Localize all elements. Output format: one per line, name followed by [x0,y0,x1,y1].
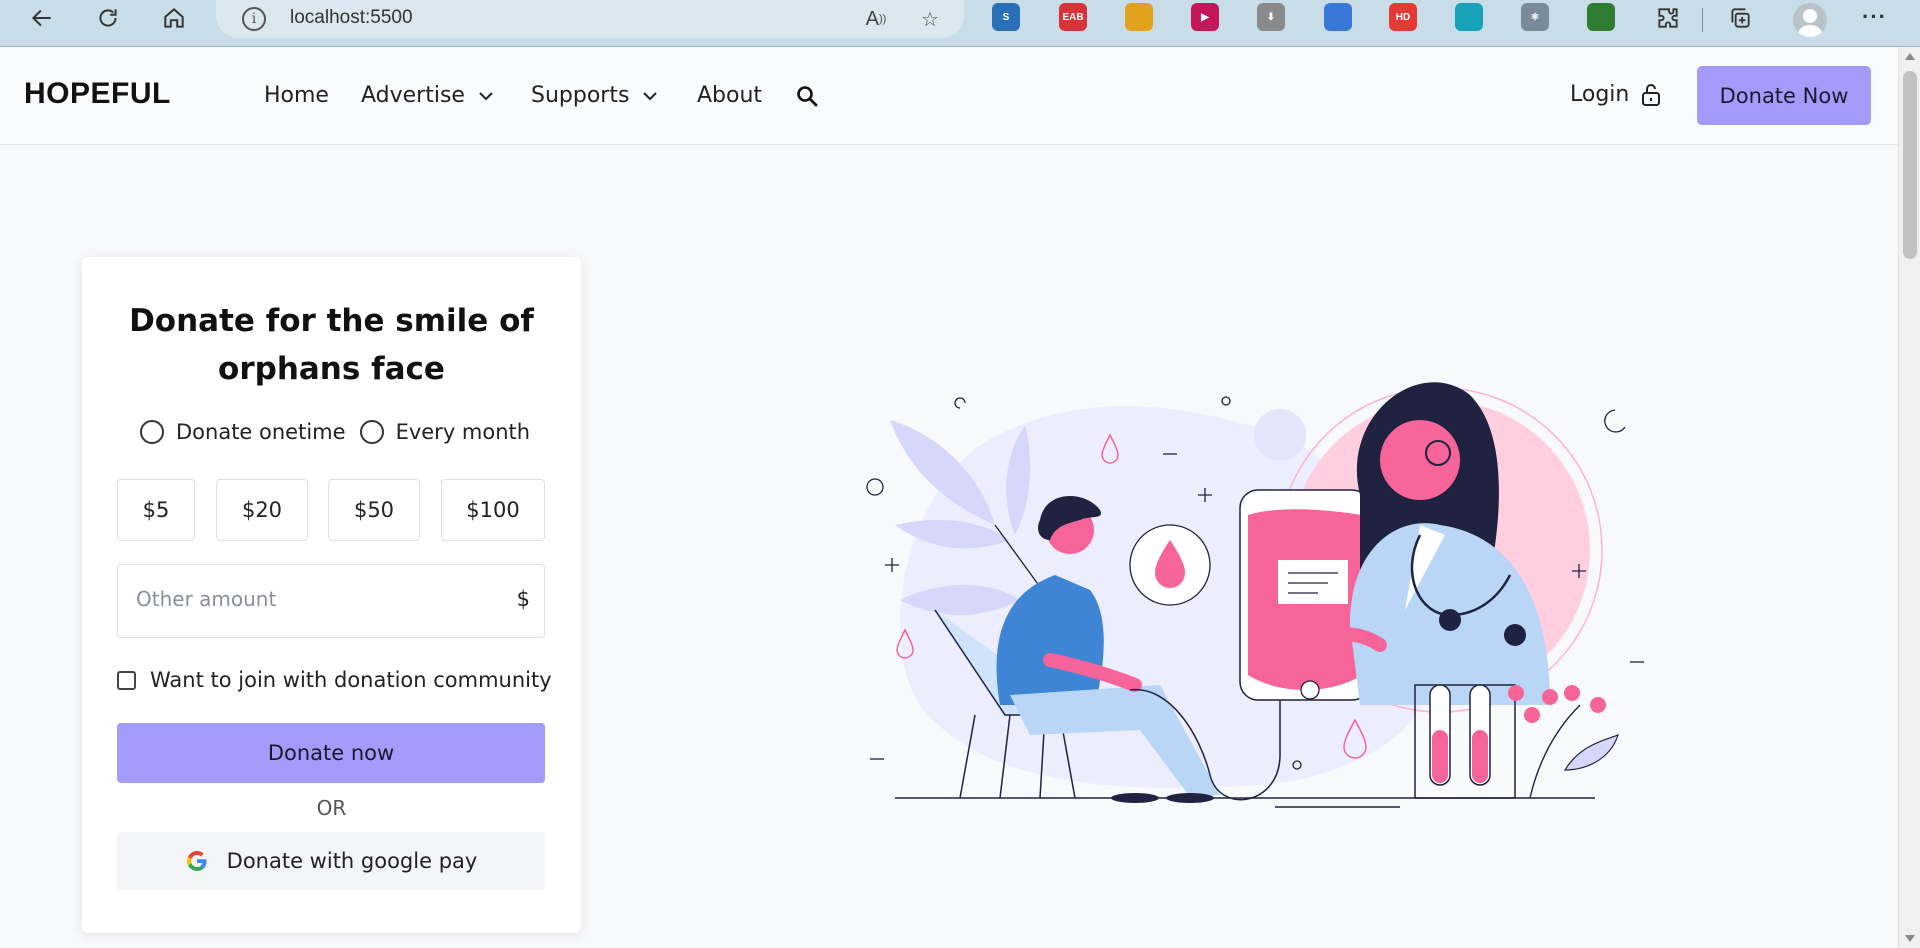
test-tube-blood [1472,730,1488,783]
scrollbar-thumb[interactable] [1903,71,1917,259]
add-favorite-icon[interactable]: ☆ [916,6,944,32]
nav-advertise-label: Advertise [361,83,465,108]
scroll-up-arrow-icon[interactable] [1905,53,1915,60]
ring-decoration [866,478,884,496]
more-menu-icon[interactable]: ··· [1862,4,1887,30]
bag-valve [1300,680,1320,700]
adblock-extension-icon[interactable]: EAB [1059,3,1087,31]
refresh-icon[interactable] [88,0,128,36]
hd-extension-icon[interactable]: HD [1389,3,1417,31]
donate-now-header-button[interactable]: Donate Now [1697,66,1871,125]
blood-bag-label [1278,560,1348,604]
nav-home-label: Home [264,83,329,108]
stethoscope-head [1504,624,1526,646]
site-info-icon[interactable]: i [242,7,266,31]
donation-title: Donate for the smile of orphans face [129,303,534,387]
plant-leaf [1563,733,1619,771]
nav-about[interactable]: About [697,83,762,108]
back-arrow-icon[interactable] [22,0,62,36]
other-amount-input[interactable] [136,587,496,611]
berry [1524,707,1540,723]
lock-icon [1642,83,1661,106]
extensions-puzzle-icon[interactable] [1648,0,1688,36]
profile-avatar-icon[interactable] [1793,3,1827,37]
stethoscope-head [1439,609,1461,631]
home-icon[interactable] [154,0,194,36]
login-link[interactable]: Login [1570,82,1661,107]
google-pay-button[interactable]: Donate with google pay [117,832,545,890]
amount-option-5[interactable]: $5 [117,479,195,541]
browser-toolbar: i localhost:5500 A)) ☆ S EAB ▶ ⬇ HD ⚛ ··· [0,0,1920,47]
download-extension-icon[interactable]: ⬇ [1257,3,1285,31]
chevron-down-icon [643,91,658,100]
amount-option-50[interactable]: $50 [328,479,420,541]
radio-onetime-label[interactable]: Donate onetime [176,420,346,444]
amount-option-100[interactable]: $100 [441,479,545,541]
small-blob-circle [1254,409,1306,461]
video-extension-icon[interactable]: ▶ [1191,3,1219,31]
toolbar-divider [1702,8,1703,32]
devtools-extension-icon[interactable] [1587,3,1615,31]
nav-supports-label: Supports [531,83,630,108]
berry [1542,689,1558,705]
arc-decoration [954,397,966,409]
radio-monthly-label[interactable]: Every month [396,420,531,444]
radio-monthly[interactable] [359,420,384,444]
site-logo[interactable]: HOPEFUL [24,77,171,111]
berry [1590,697,1606,713]
donation-frequency-group: Donate onetime Every month [140,420,530,444]
url-text[interactable]: localhost:5500 [290,7,413,29]
page-scrollbar[interactable] [1898,47,1920,948]
scroll-down-arrow-icon[interactable] [1905,935,1915,942]
address-bar[interactable]: i localhost:5500 A)) ☆ [216,0,964,38]
dot-decoration [1221,396,1231,406]
google-pay-label: Donate with google pay [226,849,478,873]
blood-donation-illustration [866,382,1644,808]
donate-now-button[interactable]: Donate now [117,723,545,783]
test-tube-blood [1432,730,1448,783]
currency-symbol: $ [516,587,530,611]
arc-decoration [1604,409,1626,433]
berry [1508,685,1524,701]
color-extension-icon[interactable] [1324,3,1352,31]
community-checkbox-row[interactable]: Want to join with donation community [117,668,552,692]
google-g-icon [186,851,207,871]
berry [1564,685,1580,701]
chevron-down-icon [479,91,493,100]
or-divider: OR [316,796,347,820]
collections-icon[interactable] [1720,0,1760,36]
search-icon[interactable] [796,85,818,107]
amount-option-20[interactable]: $20 [216,479,308,541]
patient-shoe [1166,793,1214,803]
shield-extension-icon[interactable] [1455,3,1483,31]
react-extension-icon[interactable]: ⚛ [1521,3,1549,31]
site-header: HOPEFUL Home Advertise Supports About Lo… [0,47,1898,145]
other-amount-field[interactable]: $ [117,564,545,638]
nav-home[interactable]: Home [264,83,329,108]
plus-decoration-icon [885,558,899,572]
login-label: Login [1570,82,1630,107]
nav-supports[interactable]: Supports [531,83,658,108]
radio-onetime[interactable] [140,420,164,444]
s-extension-icon[interactable]: S [992,3,1020,31]
community-checkbox[interactable] [117,670,136,690]
read-aloud-icon[interactable]: A)) [862,6,890,32]
nav-advertise[interactable]: Advertise [361,83,493,108]
donation-card: Donate for the smile of orphans face Don… [82,257,581,933]
clipboard-extension-icon[interactable] [1125,3,1153,31]
nav-about-label: About [697,83,763,108]
patient-shoe [1111,793,1159,803]
community-checkbox-label[interactable]: Want to join with donation community [150,668,552,692]
